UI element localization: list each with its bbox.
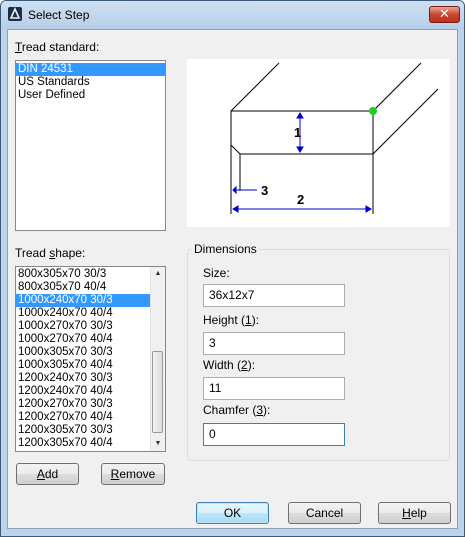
list-item[interactable]: US Standards (16, 76, 165, 89)
step-diagram: 1 3 2 (230, 62, 439, 214)
list-item[interactable]: 1000x305x70 30/3 (16, 346, 150, 359)
scroll-thumb[interactable] (152, 351, 163, 433)
dim-2-label: 2 (297, 192, 304, 207)
chamfer-label: Chamfer (3): (203, 403, 271, 417)
list-item[interactable]: 1000x270x70 40/4 (16, 333, 150, 346)
window-title: Select Step (28, 8, 90, 22)
tread-shape-scrollbar[interactable]: ▲ ▼ (150, 267, 165, 451)
cancel-button[interactable]: Cancel (288, 502, 361, 524)
tread-shape-label: Tread shape: (15, 246, 86, 260)
tread-standard-list[interactable]: DIN 24531 US Standards User Defined (15, 60, 166, 231)
list-item[interactable]: 1000x240x70 30/3 (16, 294, 150, 307)
close-button[interactable]: ✕ (429, 6, 460, 23)
autocad-app-icon (8, 7, 22, 21)
select-step-dialog: Select Step ✕ Tread standard: DIN 24531 U… (0, 0, 465, 537)
vertex-marker (369, 107, 377, 115)
list-item[interactable]: 1200x305x70 30/3 (16, 424, 150, 437)
size-label: Size: (203, 266, 230, 280)
chamfer-field[interactable]: 0 (203, 423, 345, 446)
height-label: Height (1): (203, 313, 260, 327)
list-item[interactable]: 1200x270x70 40/4 (16, 411, 150, 424)
add-button[interactable]: Add (16, 463, 79, 485)
list-item[interactable]: 800x305x70 30/3 (16, 268, 150, 281)
dialog-body: Tread standard: DIN 24531 US Standards Use… (7, 29, 458, 529)
list-item[interactable]: DIN 24531 (16, 63, 165, 76)
dimensions-title: Dimensions (192, 242, 259, 256)
remove-button[interactable]: Remove (101, 463, 165, 485)
close-icon: ✕ (439, 6, 450, 21)
step-preview: 1 3 2 (187, 59, 450, 227)
list-item[interactable]: 1200x305x70 40/4 (16, 437, 150, 450)
width-label: Width (2): (203, 358, 256, 372)
list-item[interactable]: 1200x240x70 40/4 (16, 385, 150, 398)
dim-3-label: 3 (261, 183, 268, 198)
ok-button[interactable]: OK (196, 502, 269, 524)
list-item[interactable]: User Defined (16, 89, 165, 102)
tread-standard-label: Tread standard: (15, 40, 100, 54)
list-item[interactable]: 1000x305x70 40/4 (16, 359, 150, 372)
list-item[interactable]: 1200x240x70 30/3 (16, 372, 150, 385)
size-field[interactable]: 36x12x7 (203, 284, 345, 307)
title-bar: Select Step ✕ (1, 1, 464, 29)
tread-shape-items: 800x305x70 30/3 800x305x70 40/4 1000x240x7… (16, 268, 150, 450)
list-item[interactable]: 1000x270x70 30/3 (16, 320, 150, 333)
help-button[interactable]: Help (378, 502, 451, 524)
list-item[interactable]: 1200x270x70 30/3 (16, 398, 150, 411)
tread-shape-list[interactable]: 800x305x70 30/3 800x305x70 40/4 1000x240x7… (15, 266, 166, 452)
scroll-down-icon[interactable]: ▼ (151, 437, 165, 451)
scroll-up-icon[interactable]: ▲ (151, 267, 165, 281)
list-item[interactable]: 1000x240x70 40/4 (16, 307, 150, 320)
width-field[interactable]: 11 (203, 377, 345, 400)
list-item[interactable]: 800x305x70 40/4 (16, 281, 150, 294)
dim-1-label: 1 (294, 125, 301, 140)
height-field[interactable]: 3 (203, 332, 345, 355)
